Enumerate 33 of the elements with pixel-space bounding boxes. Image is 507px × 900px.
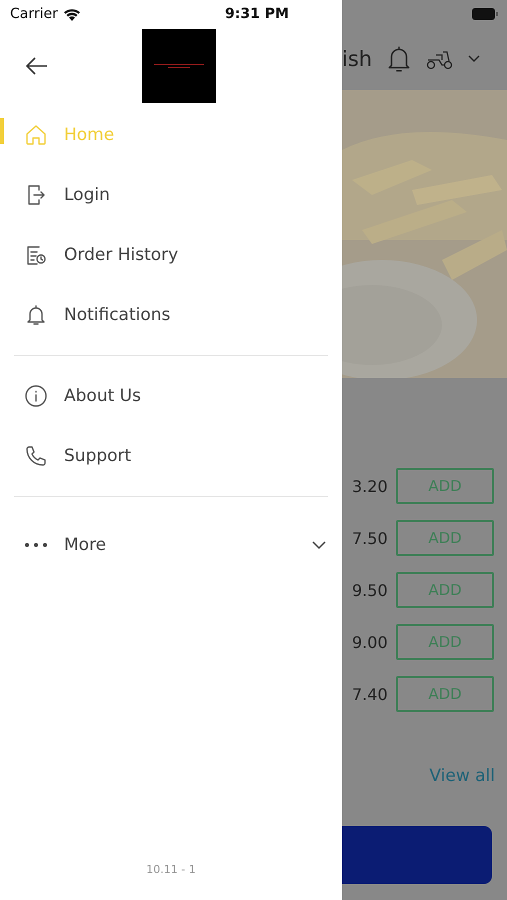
menu-item[interactable]: Login <box>0 165 342 225</box>
carrier-label: Carrier <box>10 6 58 22</box>
price-label: 7.50 <box>352 528 386 548</box>
page-title: ish <box>342 47 372 71</box>
status-time: 9:31 PM <box>225 6 289 22</box>
add-button[interactable]: ADD <box>396 520 494 556</box>
price-label: 9.00 <box>352 632 386 652</box>
battery-icon <box>472 8 498 20</box>
version-label: 10.11 - 1 <box>145 863 197 878</box>
add-button[interactable]: ADD <box>396 468 494 504</box>
menu-item[interactable]: Order History <box>0 225 342 285</box>
selection-bar <box>0 118 4 144</box>
menu-item[interactable]: Notifications <box>0 285 342 345</box>
info-icon <box>24 384 48 408</box>
menu-item[interactable]: About Us <box>0 366 342 426</box>
more-item[interactable]: More <box>0 509 342 581</box>
view-all-link[interactable]: View all <box>429 766 495 786</box>
chevron-icon[interactable] <box>468 55 480 63</box>
price-label: 7.40 <box>352 684 386 704</box>
price-label: 9.50 <box>352 580 386 600</box>
add-button[interactable]: ADD <box>396 676 494 712</box>
menu-item[interactable]: Support <box>0 426 342 486</box>
wifi-icon <box>62 8 81 20</box>
phone-icon <box>24 444 48 468</box>
add-button[interactable]: ADD <box>396 624 494 660</box>
more-icon <box>24 542 48 548</box>
checkout-button[interactable] <box>342 826 492 884</box>
add-button[interactable]: ADD <box>396 572 494 608</box>
bell-icon[interactable] <box>386 44 412 74</box>
home-icon <box>24 123 48 147</box>
chevron-icon <box>312 540 326 550</box>
price-label: 3.20 <box>352 476 386 496</box>
menu-item[interactable]: Home <box>0 105 342 165</box>
